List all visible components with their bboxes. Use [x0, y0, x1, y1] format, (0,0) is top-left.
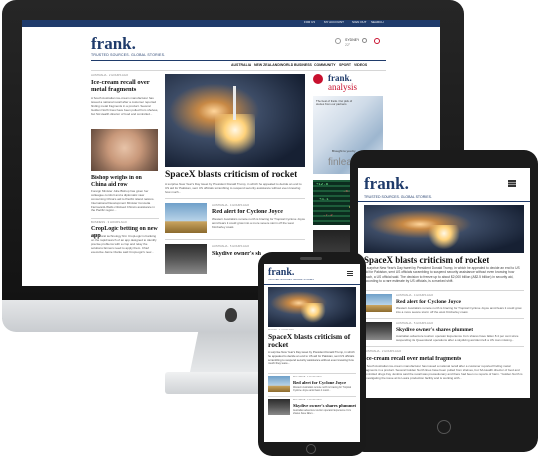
- phone-rocket-photo[interactable]: [268, 287, 356, 327]
- article-title-icecream[interactable]: Ice-cream recall over metal fragments: [91, 79, 159, 94]
- tablet-cyclone-photo[interactable]: [364, 294, 392, 312]
- site-tagline: TRUSTED SOURCES. GLOBAL STORIES.: [91, 53, 166, 57]
- user-icon[interactable]: [362, 38, 367, 43]
- article-title-skydive[interactable]: Skydive owner's sh: [212, 251, 261, 258]
- tablet-skydive-photo[interactable]: [364, 322, 392, 340]
- nav-new-zealand[interactable]: NEW ZEALAND: [254, 63, 280, 67]
- tablet-cyclone-title[interactable]: Red alert for Cyclone Joyce: [396, 299, 461, 305]
- nav-business[interactable]: BUSINESS: [294, 63, 312, 67]
- sponsor-logo: finlea: [328, 157, 352, 168]
- article-title-bishop[interactable]: Bishop weighs in on China aid row: [91, 175, 159, 189]
- weather-icon: [335, 38, 341, 44]
- phone-tagline: TRUSTED SOURCES. GLOBAL STORIES.: [268, 279, 315, 281]
- top-link[interactable]: SEARCH: [371, 21, 384, 24]
- article-body: A South Australian ice-cream manufacture…: [91, 97, 159, 116]
- top-link[interactable]: SIGN OUT: [352, 21, 367, 24]
- analysis-badge-icon: [313, 74, 323, 84]
- article-body: Foreign Minister Julie Bishop has given …: [91, 190, 155, 213]
- site-logo[interactable]: frank.: [91, 34, 136, 54]
- bishop-photo[interactable]: [91, 129, 158, 171]
- phone-cyclone-photo[interactable]: [268, 376, 290, 392]
- stock-value: -7.2: [323, 214, 333, 218]
- nav-community[interactable]: COMMUNITY: [314, 63, 336, 67]
- stock-value: +12.8: [316, 183, 329, 187]
- article-kicker: AUSTRALIA · 4 HOURS AGO: [212, 204, 250, 207]
- phone-skydive-title[interactable]: Skydive owner's shares plummet: [293, 403, 356, 408]
- article-kicker: AUSTRALIA · 5 HOURS AGO: [293, 399, 323, 401]
- article-body: Western Australia's remote north is brac…: [212, 218, 306, 229]
- article-body: Australian adventure tourism operator Ex…: [293, 409, 351, 416]
- tablet-logo[interactable]: frank.: [364, 174, 409, 194]
- top-link[interactable]: MY ACCOUNT: [324, 21, 344, 24]
- phone-screen: frank. TRUSTED SOURCES. GLOBAL STORIES. …: [264, 264, 360, 442]
- weather-city: SYDNEY: [345, 38, 360, 42]
- article-body: Agricultural technology firm CropLogic i…: [91, 235, 157, 254]
- tablet-screen: frank. TRUSTED SOURCES. GLOBAL STORIES. …: [358, 168, 530, 398]
- nav-videos[interactable]: VIDEOS: [354, 63, 367, 67]
- phone-menu-icon[interactable]: [347, 271, 353, 272]
- stock-value: +3.1: [319, 198, 329, 202]
- tablet-summary: A surprise New Year's Day tweet by Presi…: [364, 266, 520, 283]
- article-kicker: AUSTRALIA · 5 HOURS AGO: [212, 245, 250, 248]
- tablet-icecream-title[interactable]: Ice-cream recall over metal fragments: [364, 356, 461, 363]
- article-kicker: AUSTRALIA · 2 HOURS AGO: [91, 74, 129, 77]
- article-kicker: AUSTRALIA · 2 HOURS AGO: [364, 350, 402, 353]
- nav-world[interactable]: WORLD: [280, 63, 293, 67]
- search-icon[interactable]: [374, 38, 380, 44]
- top-link[interactable]: FOR US: [304, 21, 315, 24]
- article-kicker: AUSTRALIA · 4 HOURS AGO: [293, 376, 323, 378]
- sponsor-label: Brought to you by: [332, 150, 356, 153]
- weather-temp: 22°: [345, 43, 351, 47]
- article-kicker: WORLD · 1 HOUR AGO: [268, 329, 294, 331]
- tablet-headline[interactable]: SpaceX blasts criticism of rocket: [364, 255, 489, 265]
- tablet-rocket-photo[interactable]: [364, 205, 524, 253]
- article-kicker: AUSTRALIA · 5 HOURS AGO: [396, 322, 434, 325]
- main-headline[interactable]: SpaceX blasts criticism of rocket: [165, 170, 297, 181]
- article-body: Western Australia's remote north is brac…: [396, 307, 522, 314]
- phone-summary: A surprise New Year's Day tweet by Presi…: [268, 351, 355, 366]
- article-body: Western Australia's remote north is brac…: [293, 386, 351, 393]
- nav-sport[interactable]: SPORT: [339, 63, 351, 67]
- phone-cyclone-title[interactable]: Red alert for Cyclone Joyce: [293, 380, 346, 385]
- skydive-photo[interactable]: [165, 244, 207, 274]
- nav-australia[interactable]: AUSTRALIA: [231, 63, 251, 67]
- article-body: A South Australian ice-cream manufacture…: [364, 365, 523, 380]
- phone-headline[interactable]: SpaceX blasts criticism of rocket: [268, 333, 356, 350]
- article-title-cyclone[interactable]: Red alert for Cyclone Joyce: [212, 209, 283, 216]
- phone-speaker: [300, 257, 322, 260]
- top-bar: FOR US MY ACCOUNT SIGN OUT SEARCH: [22, 20, 440, 27]
- phone-logo[interactable]: frank.: [268, 267, 294, 279]
- article-body: Australian adventure tourism operator Ex…: [396, 335, 519, 342]
- tablet-home-button[interactable]: [437, 420, 451, 434]
- menu-icon[interactable]: [508, 180, 516, 182]
- apple-logo-icon: [225, 308, 237, 322]
- analysis-caption: The best of frank. Our pick of stories f…: [316, 100, 353, 107]
- tablet-skydive-title[interactable]: Skydive owner's shares plummet: [396, 327, 473, 333]
- phone-home-button[interactable]: [306, 444, 316, 454]
- tablet-tagline: TRUSTED SOURCES. GLOBAL STORIES.: [364, 195, 432, 199]
- rocket-launch-photo[interactable]: [165, 74, 305, 167]
- article-kicker: AUSTRALIA · 4 HOURS AGO: [396, 294, 434, 297]
- article-kicker: BUSINESS · 3 HOURS AGO: [91, 221, 127, 224]
- analysis-wordmark[interactable]: analysis: [328, 82, 357, 92]
- phone-skydive-photo[interactable]: [268, 399, 290, 415]
- main-summary: A surprise New Year's Day tweet by Presi…: [165, 183, 302, 194]
- cyclone-photo[interactable]: [165, 203, 207, 233]
